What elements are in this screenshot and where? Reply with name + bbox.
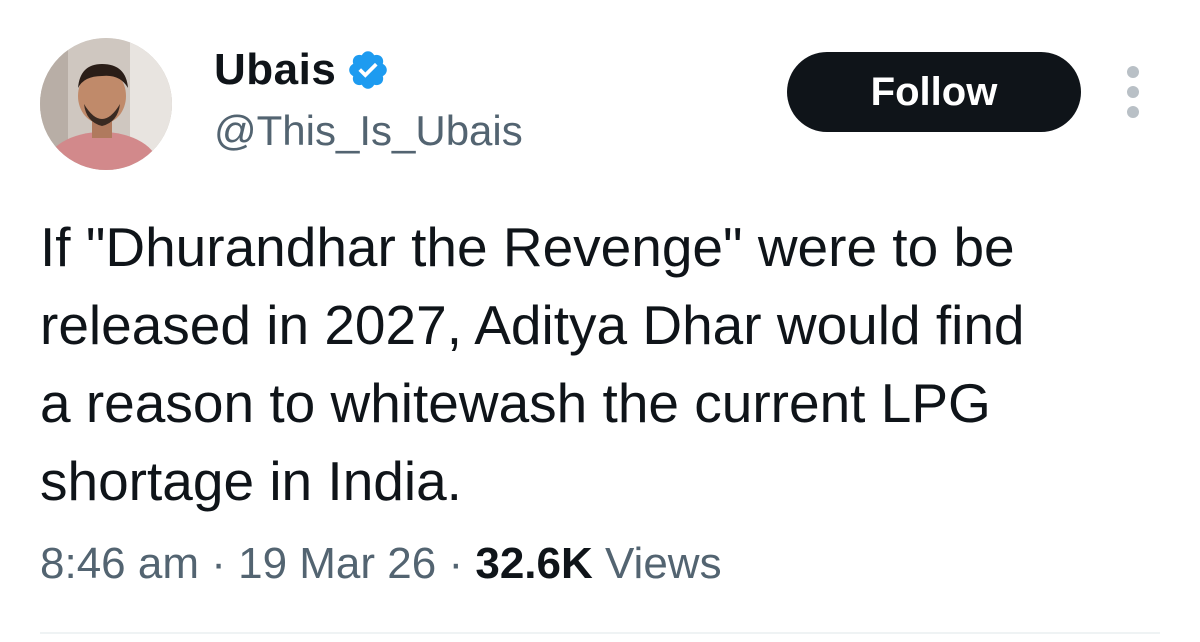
verified-badge-icon[interactable] xyxy=(346,48,390,92)
follow-button[interactable]: Follow xyxy=(787,52,1081,132)
more-vertical-icon[interactable] xyxy=(1118,66,1148,118)
author-handle[interactable]: @This_Is_Ubais xyxy=(214,106,523,156)
tweet-meta: 8:46 am · 19 Mar 26 · 32.6K Views xyxy=(40,538,722,590)
author-display-name[interactable]: Ubais xyxy=(214,44,336,96)
meta-separator: · xyxy=(211,539,226,588)
tweet-time[interactable]: 8:46 am xyxy=(40,539,199,588)
meta-separator: · xyxy=(448,539,464,588)
tweet-date[interactable]: 19 Mar 26 xyxy=(238,539,436,588)
views-label: Views xyxy=(605,539,722,588)
avatar[interactable] xyxy=(40,38,172,170)
tweet-text: If "Dhurandhar the Revenge" were to be r… xyxy=(40,216,1025,512)
more-dot xyxy=(1127,86,1139,98)
more-dot xyxy=(1127,66,1139,78)
author-name-row[interactable]: Ubais xyxy=(214,44,390,96)
divider xyxy=(40,632,1160,634)
views-count: 32.6K xyxy=(475,539,593,588)
more-dot xyxy=(1127,106,1139,118)
avatar-image xyxy=(40,38,172,170)
